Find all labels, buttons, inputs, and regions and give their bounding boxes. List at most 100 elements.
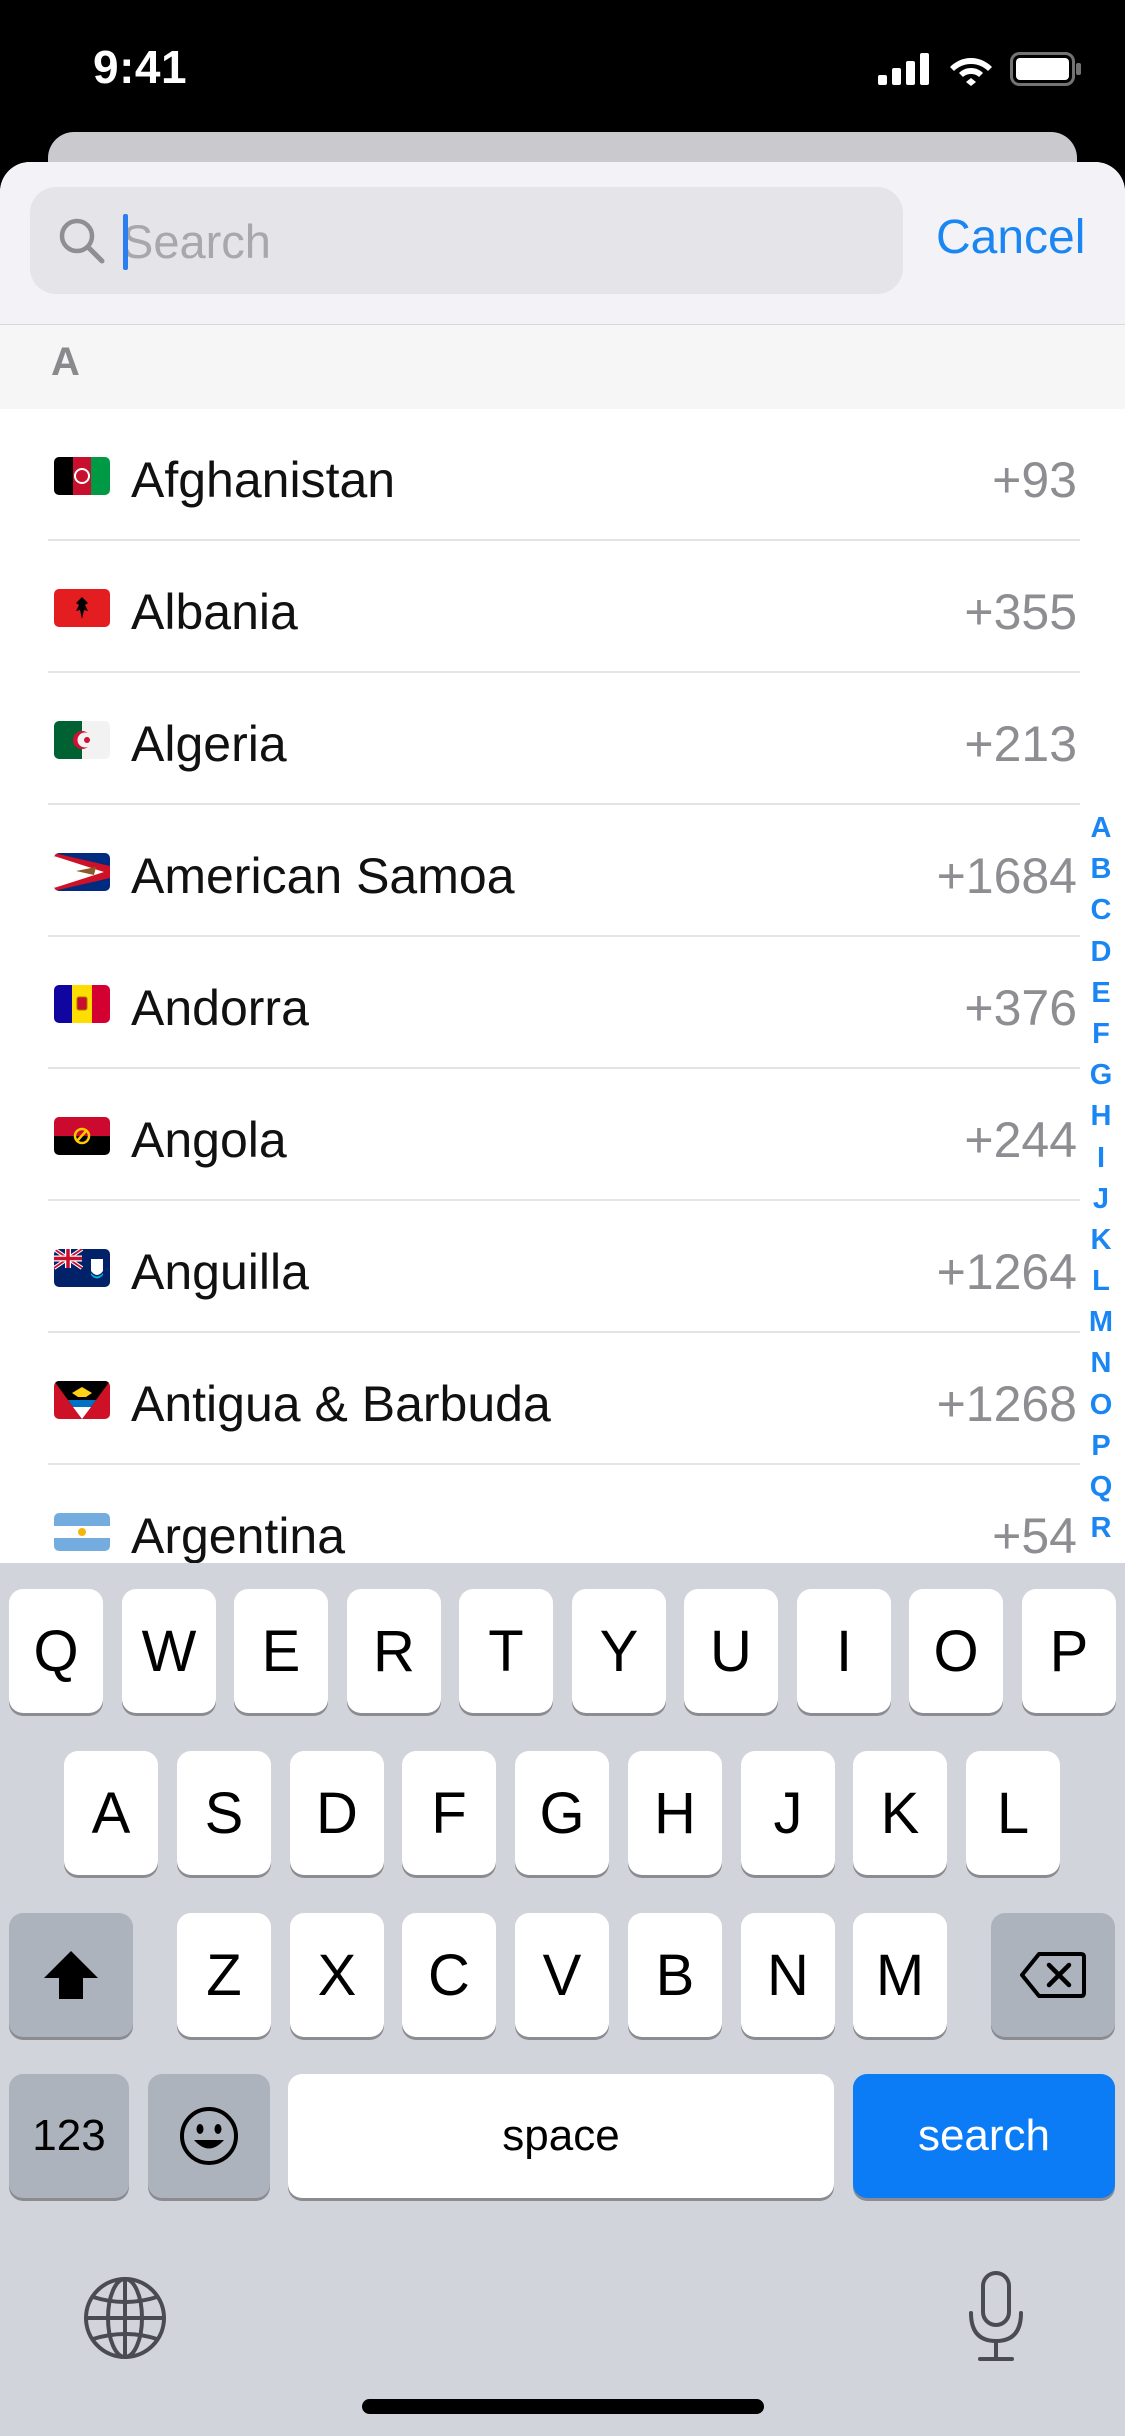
index-letter-j[interactable]: J bbox=[1080, 1179, 1122, 1220]
cancel-button[interactable]: Cancel bbox=[936, 210, 1085, 265]
index-letter-d[interactable]: D bbox=[1080, 932, 1122, 973]
anguilla-flag-icon bbox=[54, 1249, 110, 1287]
key-v[interactable]: V bbox=[515, 1913, 609, 2037]
key-r[interactable]: R bbox=[347, 1589, 441, 1713]
key-c[interactable]: C bbox=[402, 1913, 496, 2037]
key-k[interactable]: K bbox=[853, 1751, 947, 1875]
country-name: Albania bbox=[131, 584, 298, 640]
country-name: Argentina bbox=[131, 1508, 346, 1564]
key-l[interactable]: L bbox=[966, 1751, 1060, 1875]
country-row[interactable]: Antigua & Barbuda +1268 bbox=[0, 1333, 1125, 1465]
search-field[interactable] bbox=[30, 187, 903, 294]
status-bar: 9:41 bbox=[0, 0, 1125, 140]
search-icon bbox=[59, 218, 105, 264]
index-letter-i[interactable]: I bbox=[1080, 1138, 1122, 1179]
text-cursor bbox=[123, 214, 128, 270]
key-h[interactable]: H bbox=[628, 1751, 722, 1875]
key-e[interactable]: E bbox=[234, 1589, 328, 1713]
emoji-icon bbox=[180, 2107, 238, 2165]
andorra-flag-icon bbox=[54, 985, 110, 1023]
country-row[interactable]: Anguilla +1264 bbox=[0, 1201, 1125, 1333]
search-key[interactable]: search bbox=[853, 2074, 1115, 2198]
keyboard: Q W E R T Y U I O P A S D F G H J K L Z … bbox=[0, 1563, 1125, 2436]
key-u[interactable]: U bbox=[684, 1589, 778, 1713]
section-index-bar[interactable]: A B C D E F G H I J K L M N O P Q R bbox=[1080, 808, 1122, 1549]
country-name: Algeria bbox=[131, 716, 287, 772]
key-o[interactable]: O bbox=[909, 1589, 1003, 1713]
index-letter-b[interactable]: B bbox=[1080, 849, 1122, 890]
key-z[interactable]: Z bbox=[177, 1913, 271, 2037]
key-t[interactable]: T bbox=[459, 1589, 553, 1713]
american-samoa-flag-icon bbox=[54, 853, 110, 891]
key-f[interactable]: F bbox=[402, 1751, 496, 1875]
space-key[interactable]: space bbox=[288, 2074, 834, 2198]
argentina-flag-icon bbox=[54, 1513, 110, 1551]
index-letter-q[interactable]: Q bbox=[1080, 1467, 1122, 1508]
index-letter-p[interactable]: P bbox=[1080, 1426, 1122, 1467]
index-letter-e[interactable]: E bbox=[1080, 973, 1122, 1014]
country-dial-code: +213 bbox=[964, 716, 1077, 772]
angola-flag-icon bbox=[54, 1117, 110, 1155]
section-letter: A bbox=[51, 340, 80, 384]
key-x[interactable]: X bbox=[290, 1913, 384, 2037]
backspace-key[interactable] bbox=[991, 1913, 1115, 2037]
microphone-icon[interactable] bbox=[966, 2269, 1026, 2365]
wifi-icon bbox=[950, 58, 992, 86]
algeria-flag-icon bbox=[54, 721, 110, 759]
globe-icon[interactable] bbox=[82, 2275, 168, 2361]
home-indicator[interactable] bbox=[362, 2399, 764, 2414]
key-s[interactable]: S bbox=[177, 1751, 271, 1875]
country-row[interactable]: American Samoa +1684 bbox=[0, 805, 1125, 937]
search-input[interactable] bbox=[122, 201, 882, 281]
key-p[interactable]: P bbox=[1022, 1589, 1116, 1713]
index-letter-r[interactable]: R bbox=[1080, 1508, 1122, 1549]
country-row[interactable]: Albania +355 bbox=[0, 541, 1125, 673]
index-letter-l[interactable]: L bbox=[1080, 1261, 1122, 1302]
section-header-a: A bbox=[0, 325, 1125, 409]
country-row[interactable]: Algeria +213 bbox=[0, 673, 1125, 805]
key-w[interactable]: W bbox=[122, 1589, 216, 1713]
country-dial-code: +244 bbox=[964, 1112, 1077, 1168]
shift-icon bbox=[44, 1951, 98, 1999]
country-dial-code: +93 bbox=[992, 452, 1077, 508]
country-name: Antigua & Barbuda bbox=[131, 1376, 551, 1432]
country-name: American Samoa bbox=[131, 848, 515, 904]
index-letter-h[interactable]: H bbox=[1080, 1096, 1122, 1137]
key-m[interactable]: M bbox=[853, 1913, 947, 2037]
country-row[interactable]: Andorra +376 bbox=[0, 937, 1125, 1069]
index-letter-o[interactable]: O bbox=[1080, 1385, 1122, 1426]
country-name: Angola bbox=[131, 1112, 287, 1168]
key-j[interactable]: J bbox=[741, 1751, 835, 1875]
key-n[interactable]: N bbox=[741, 1913, 835, 2037]
country-name: Andorra bbox=[131, 980, 309, 1036]
numbers-key[interactable]: 123 bbox=[9, 2074, 129, 2198]
key-q[interactable]: Q bbox=[9, 1589, 103, 1713]
antigua-barbuda-flag-icon bbox=[54, 1381, 110, 1419]
country-row[interactable]: Afghanistan +93 bbox=[0, 409, 1125, 541]
index-letter-n[interactable]: N bbox=[1080, 1343, 1122, 1384]
index-letter-g[interactable]: G bbox=[1080, 1055, 1122, 1096]
shift-key[interactable] bbox=[9, 1913, 133, 2037]
country-dial-code: +376 bbox=[964, 980, 1077, 1036]
key-g[interactable]: G bbox=[515, 1751, 609, 1875]
key-i[interactable]: I bbox=[797, 1589, 891, 1713]
backspace-icon bbox=[1020, 1952, 1086, 1998]
index-letter-a[interactable]: A bbox=[1080, 808, 1122, 849]
country-dial-code: +1268 bbox=[936, 1376, 1077, 1432]
index-letter-m[interactable]: M bbox=[1080, 1302, 1122, 1343]
key-a[interactable]: A bbox=[64, 1751, 158, 1875]
country-dial-code: +1264 bbox=[936, 1244, 1077, 1300]
country-name: Anguilla bbox=[131, 1244, 309, 1300]
index-letter-f[interactable]: F bbox=[1080, 1014, 1122, 1055]
afghanistan-flag-icon bbox=[54, 457, 110, 495]
key-y[interactable]: Y bbox=[572, 1589, 666, 1713]
country-name: Afghanistan bbox=[131, 452, 396, 508]
index-letter-c[interactable]: C bbox=[1080, 890, 1122, 931]
country-row[interactable]: Angola +244 bbox=[0, 1069, 1125, 1201]
country-list: Afghanistan +93 Albania +355 Algeria +21… bbox=[0, 409, 1125, 1597]
index-letter-k[interactable]: K bbox=[1080, 1220, 1122, 1261]
key-b[interactable]: B bbox=[628, 1913, 722, 2037]
key-d[interactable]: D bbox=[290, 1751, 384, 1875]
battery-icon bbox=[1010, 52, 1081, 86]
emoji-key[interactable] bbox=[148, 2074, 270, 2198]
